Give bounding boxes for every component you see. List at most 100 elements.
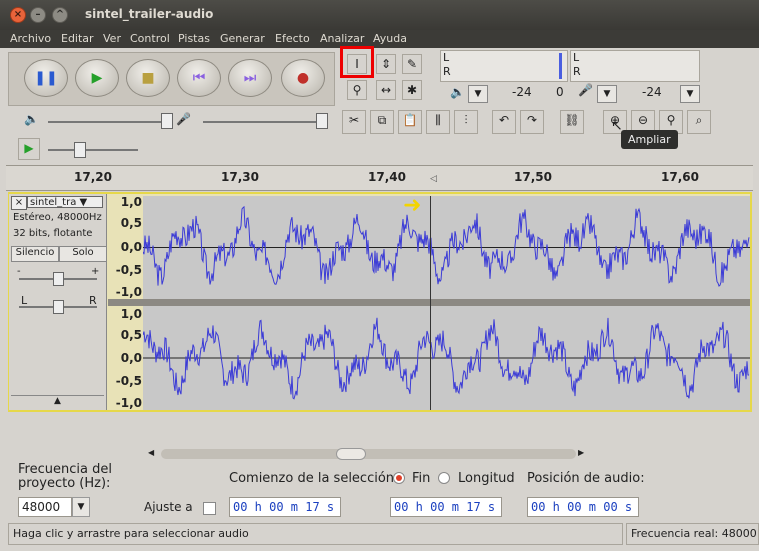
input-volume-slider[interactable]	[203, 121, 325, 123]
track-bits: 32 bits, flotante	[13, 228, 93, 239]
snap-checkbox[interactable]	[203, 502, 216, 515]
ruler-label-1: 17,20	[74, 170, 112, 184]
record-button[interactable]: ●	[281, 59, 325, 97]
silence-button[interactable]: ⫶	[454, 110, 478, 134]
ruler-label-5: 17,60	[661, 170, 699, 184]
project-rate-field[interactable]: 48000	[18, 497, 72, 517]
pan-thumb[interactable]	[53, 300, 64, 314]
draw-tool[interactable]: ✎	[402, 54, 422, 74]
speed-slider[interactable]	[48, 149, 138, 151]
fit-project-button[interactable]: ⌕	[687, 110, 711, 134]
copy-icon: ⧉	[377, 113, 387, 127]
minimize-icon[interactable]: –	[30, 7, 46, 23]
selection-end-field[interactable]: 00 h 00 m 17 s	[390, 497, 502, 517]
output-volume-slider[interactable]	[48, 121, 173, 123]
meter-l-label: L	[443, 51, 450, 64]
status-rate: Frecuencia real: 48000	[626, 523, 759, 545]
scissors-icon: ✂	[348, 113, 360, 127]
redo-button[interactable]: ↷	[520, 110, 544, 134]
gain-thumb[interactable]	[53, 272, 64, 286]
pencil-icon: ✎	[406, 57, 418, 71]
menu-archivo[interactable]: Archivo	[10, 32, 51, 45]
menu-efecto[interactable]: Efecto	[275, 32, 310, 45]
scale-top-5: -1,0	[115, 285, 142, 299]
cut-button[interactable]: ✂	[342, 110, 366, 134]
scale-bot-2: 0,5	[120, 328, 142, 342]
envelope-tool[interactable]: ⇕	[376, 54, 396, 74]
scroll-right-icon[interactable]: ▶	[578, 448, 584, 457]
length-radio[interactable]	[438, 472, 450, 484]
horizontal-scrollbar[interactable]: ◀ ▶	[6, 446, 753, 462]
menu-pistas[interactable]: Pistas	[178, 32, 210, 45]
audio-position-label: Posición de audio:	[527, 471, 645, 486]
zoom-tool[interactable]: ⚲	[347, 80, 367, 100]
scrollbar-thumb[interactable]	[336, 448, 366, 460]
paste-button[interactable]: 📋	[398, 110, 422, 134]
sync-lock-icon: ⛓	[564, 113, 580, 127]
multi-tool[interactable]: ✱	[402, 80, 422, 100]
selection-start-field[interactable]: 00 h 00 m 17 s	[229, 497, 341, 517]
menu-generar[interactable]: Generar	[220, 32, 265, 45]
undo-icon: ↶	[498, 113, 510, 127]
play-button[interactable]: ▶	[75, 59, 119, 97]
end-radio[interactable]	[393, 472, 405, 484]
timeshift-tool[interactable]: ↔	[376, 80, 396, 100]
magnifier-icon: ⚲	[352, 83, 362, 97]
scrollbar-track[interactable]	[161, 449, 576, 459]
audio-position-field[interactable]: 00 h 00 m 00 s	[527, 497, 639, 517]
solo-button[interactable]: Solo	[59, 246, 107, 262]
timeline-ruler[interactable]: 17,20 17,30 17,40 17,50 17,60 ◁	[6, 165, 753, 191]
mute-button[interactable]: Silencio	[11, 246, 59, 262]
speed-thumb[interactable]	[74, 142, 86, 158]
sync-lock-button[interactable]: ⛓	[560, 110, 584, 134]
menu-bar: Archivo Editar Ver Control Pistas Genera…	[0, 30, 759, 48]
scroll-left-icon[interactable]: ◀	[148, 448, 154, 457]
playback-meter[interactable]: L R	[440, 50, 568, 82]
track-name-menu[interactable]: sintel_tra ▼	[27, 196, 103, 208]
play-at-speed-button[interactable]: ▶	[18, 138, 40, 160]
waveform-left-channel[interactable]	[142, 196, 750, 299]
fit-project-icon: ⌕	[695, 113, 703, 127]
meter-peak	[559, 53, 562, 79]
stop-button[interactable]: ■	[126, 59, 170, 97]
skip-start-button[interactable]: ⏮	[177, 59, 221, 97]
rec-meter-dropdown[interactable]: ▼	[597, 85, 617, 103]
waveform-path	[142, 205, 750, 287]
record-meter[interactable]: L R	[570, 50, 700, 82]
skip-end-button[interactable]: ⏭	[228, 59, 272, 97]
ruler-label-4: 17,50	[514, 170, 552, 184]
rec-meter-l-label: L	[573, 51, 580, 64]
redo-icon: ↷	[526, 113, 538, 127]
output-volume-thumb[interactable]	[161, 113, 173, 129]
window-title: sintel_trailer-audio	[85, 7, 214, 21]
track-close-button[interactable]: ×	[11, 196, 27, 210]
project-rate-dropdown[interactable]: ▼	[72, 497, 90, 517]
pause-button[interactable]: ❚❚	[24, 59, 68, 97]
close-icon[interactable]: ×	[10, 7, 26, 23]
rec-meter-dropdown-2[interactable]: ▼	[680, 85, 700, 103]
collapse-track-button[interactable]: ▲	[11, 395, 104, 408]
scale-top-2: 0,5	[120, 216, 142, 230]
input-volume-thumb[interactable]	[316, 113, 328, 129]
menu-ayuda[interactable]: Ayuda	[373, 32, 407, 45]
rec-db-1: -24	[642, 85, 662, 99]
gain-minus: -	[17, 266, 21, 277]
menu-ver[interactable]: Ver	[103, 32, 121, 45]
trim-button[interactable]: ⫼	[426, 110, 450, 134]
microphone-icon: 🎤	[578, 83, 593, 97]
menu-control[interactable]: Control	[130, 32, 170, 45]
end-radio-dot	[396, 475, 402, 481]
play-meter-dropdown[interactable]: ▼	[468, 85, 488, 103]
copy-button[interactable]: ⧉	[370, 110, 394, 134]
play-at-speed-icon: ▶	[24, 141, 34, 155]
end-label: Fin	[412, 471, 431, 486]
menu-editar[interactable]: Editar	[61, 32, 94, 45]
menu-analizar[interactable]: Analizar	[320, 32, 364, 45]
playhead-line	[430, 196, 431, 410]
output-volume-icon: 🔈	[24, 112, 39, 126]
envelope-icon: ⇕	[380, 57, 392, 71]
status-message: Haga clic y arrastre para seleccionar au…	[8, 523, 623, 545]
waveform-right-channel[interactable]	[142, 306, 750, 410]
maximize-icon[interactable]: ^	[52, 7, 68, 23]
undo-button[interactable]: ↶	[492, 110, 516, 134]
